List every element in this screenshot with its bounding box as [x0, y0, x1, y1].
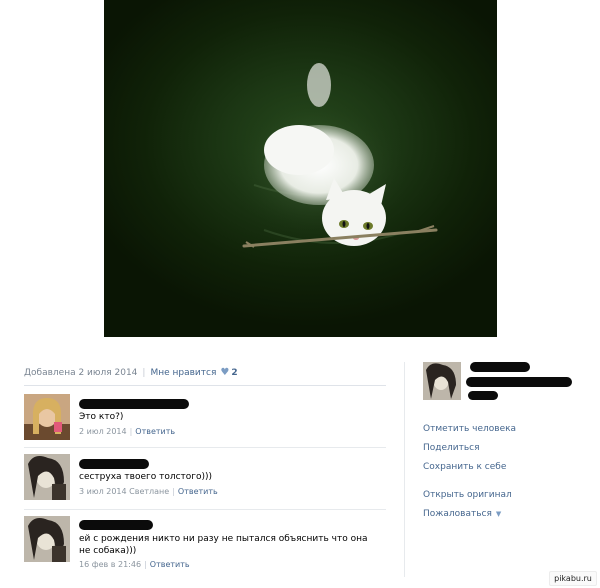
divider [24, 509, 386, 510]
chevron-down-icon: ▼ [495, 510, 502, 518]
comment: сеструха твоего толстого))) 3 июл 2014 С… [24, 454, 386, 502]
author-name-redacted[interactable] [79, 399, 189, 409]
photo-meta-bar: Добавлена 2 июля 2014 | Мне нравится ♥ 2 [24, 367, 386, 386]
comment-info: 2 июл 2014 | Ответить [79, 427, 176, 436]
report-label: Пожаловаться [423, 509, 492, 519]
comment-text: ей с рождения никто ни разу не пытался о… [79, 534, 368, 556]
author-name-redacted[interactable] [79, 459, 149, 469]
avatar[interactable] [24, 516, 70, 562]
like-button[interactable]: Мне нравится [150, 368, 216, 378]
open-original-link[interactable]: Открыть оригинал [423, 489, 516, 501]
author-name-redacted[interactable] [79, 520, 153, 530]
added-date: Добавлена 2 июля 2014 [24, 368, 138, 378]
reply-link[interactable]: Ответить [178, 487, 218, 496]
photo-actions: Отметить человека Поделиться Сохранить к… [423, 423, 516, 520]
cat-image [229, 63, 438, 248]
photo[interactable] [104, 0, 497, 337]
heart-icon[interactable]: ♥ [220, 367, 229, 378]
owner-avatar[interactable] [423, 362, 461, 400]
reply-to[interactable]: Светлане [129, 487, 169, 496]
comment: ей с рождения никто ни разу не пытался о… [24, 516, 386, 576]
divider [24, 447, 386, 448]
comment-info: 3 июл 2014 Светлане | Ответить [79, 487, 218, 496]
owner-name-redacted [468, 391, 498, 400]
owner-name-redacted [466, 377, 572, 387]
owner-name-redacted[interactable] [470, 362, 530, 372]
avatar[interactable] [24, 394, 70, 440]
comment-info: 16 фев в 21:46 | Ответить [79, 560, 190, 569]
share-link[interactable]: Поделиться [423, 442, 516, 454]
reply-link[interactable]: Ответить [150, 560, 190, 569]
save-link[interactable]: Сохранить к себе [423, 461, 516, 473]
avatar[interactable] [24, 454, 70, 500]
reply-link[interactable]: Ответить [135, 427, 175, 436]
comment: Это кто?) 2 июл 2014 | Ответить [24, 394, 386, 442]
tag-person-link[interactable]: Отметить человека [423, 423, 516, 435]
comment-date[interactable]: 2 июл 2014 [79, 427, 127, 436]
column-separator [404, 362, 405, 577]
comment-date[interactable]: 3 июл 2014 [79, 487, 127, 496]
comment-text: Это кто?) [79, 412, 124, 422]
comment-date[interactable]: 16 фев в 21:46 [79, 560, 141, 569]
comment-text: сеструха твоего толстого))) [79, 472, 213, 482]
report-link[interactable]: Пожаловаться ▼ [423, 508, 516, 520]
watermark: pikabu.ru [549, 571, 597, 586]
like-count: 2 [231, 368, 238, 378]
